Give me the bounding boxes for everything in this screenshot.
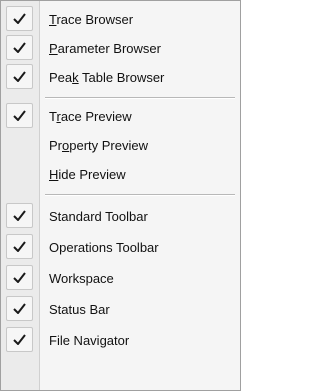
label-rest: race Browser bbox=[56, 12, 134, 27]
check-cell bbox=[1, 34, 39, 63]
checkmark-icon bbox=[6, 296, 33, 321]
menu-item-label: Parameter Browser bbox=[49, 41, 161, 56]
check-cell bbox=[1, 5, 39, 34]
menu-item-label: Trace Browser bbox=[49, 12, 133, 27]
label-rest: arameter Browser bbox=[57, 41, 161, 56]
label-before: Pr bbox=[49, 138, 62, 153]
menu-item-label: Property Preview bbox=[49, 138, 148, 153]
checkmark-icon bbox=[6, 327, 33, 352]
checkmark-icon bbox=[6, 35, 33, 60]
menu-item-trace-browser[interactable]: Trace Browser bbox=[1, 5, 240, 34]
label-before: Pea bbox=[49, 70, 73, 85]
menu-item-operations-toolbar[interactable]: Operations Toolbar bbox=[1, 233, 240, 262]
checkmark-icon bbox=[6, 234, 33, 259]
check-cell bbox=[1, 295, 39, 324]
menu-separator bbox=[45, 194, 235, 196]
check-cell bbox=[1, 233, 39, 262]
menu-item-parameter-browser[interactable]: Parameter Browser bbox=[1, 34, 240, 63]
menu-item-standard-toolbar[interactable]: Standard Toolbar bbox=[1, 202, 240, 231]
mnemonic-letter: H bbox=[49, 167, 59, 182]
check-cell bbox=[1, 131, 39, 160]
menu-separator bbox=[45, 97, 235, 99]
label-after: ace Preview bbox=[60, 109, 132, 124]
menu-item-label: Peak Table Browser bbox=[49, 70, 164, 85]
checkmark-icon bbox=[6, 103, 33, 128]
menu-item-file-navigator[interactable]: File Navigator bbox=[1, 326, 240, 355]
check-cell bbox=[1, 264, 39, 293]
view-menu: Trace Browser Parameter Browser Peak Tab… bbox=[0, 0, 241, 391]
checkmark-icon bbox=[6, 6, 33, 31]
check-cell bbox=[1, 326, 39, 355]
menu-item-peak-table-browser[interactable]: Peak Table Browser bbox=[1, 63, 240, 92]
menu-item-label: File Navigator bbox=[49, 333, 130, 348]
check-cell bbox=[1, 102, 39, 131]
menu-item-label: Operations Toolbar bbox=[49, 240, 159, 255]
menu-item-label: Status Bar bbox=[49, 302, 110, 317]
label-after: Table Browser bbox=[78, 70, 165, 85]
menu-item-label: Standard Toolbar bbox=[49, 209, 148, 224]
label-after: ide Preview bbox=[58, 167, 126, 182]
menu-item-property-preview[interactable]: Property Preview bbox=[1, 131, 240, 160]
checkmark-icon bbox=[6, 64, 33, 89]
check-cell bbox=[1, 160, 39, 189]
menu-item-status-bar[interactable]: Status Bar bbox=[1, 295, 240, 324]
menu-item-hide-preview[interactable]: Hide Preview bbox=[1, 160, 240, 189]
menu-item-label: Workspace bbox=[49, 271, 114, 286]
checkmark-icon bbox=[6, 265, 33, 290]
mnemonic-letter: P bbox=[49, 41, 58, 56]
menu-item-workspace[interactable]: Workspace bbox=[1, 264, 240, 293]
menu-item-label: Hide Preview bbox=[49, 167, 126, 182]
label-after: perty Preview bbox=[69, 138, 148, 153]
checkmark-icon bbox=[6, 203, 33, 228]
check-cell bbox=[1, 63, 39, 92]
check-cell bbox=[1, 202, 39, 231]
menu-item-trace-preview[interactable]: Trace Preview bbox=[1, 102, 240, 131]
menu-item-label: Trace Preview bbox=[49, 109, 132, 124]
